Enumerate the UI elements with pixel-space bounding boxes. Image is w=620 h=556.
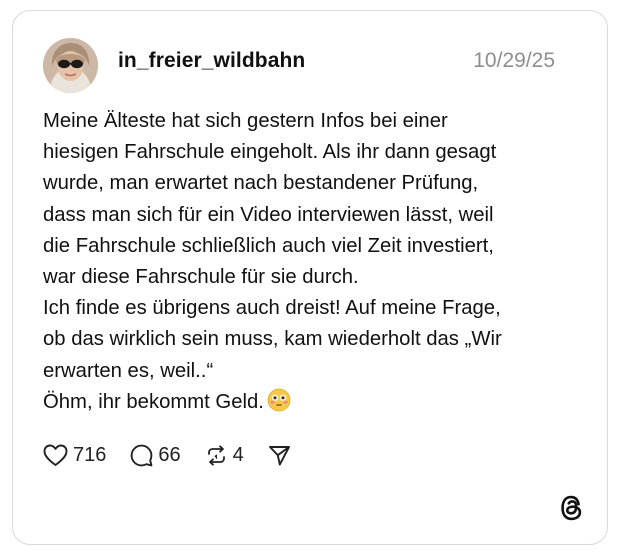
- repost-button[interactable]: 4: [205, 444, 244, 467]
- threads-logo-icon[interactable]: [559, 493, 585, 523]
- reply-button[interactable]: 66: [130, 443, 181, 467]
- repost-icon: [205, 444, 228, 467]
- post-text-line: war diese Fahrschule für sie durch.: [43, 266, 359, 289]
- share-button[interactable]: [268, 444, 291, 467]
- post-text-line: hiesigen Fahrschule eingeholt. Als ihr d…: [43, 141, 497, 164]
- post-text-line: erwarten es, weil..“: [43, 359, 214, 382]
- flushed-face-emoji: [267, 388, 291, 412]
- heart-icon: [43, 444, 68, 467]
- reply-count: 66: [158, 443, 181, 466]
- post-text-line: Ich finde es übrigens auch dreist! Auf m…: [43, 297, 501, 320]
- post-text-line: wurde, man erwartet nach bestandener Prü…: [43, 172, 479, 195]
- send-icon: [268, 444, 291, 467]
- username[interactable]: in_freier_wildbahn: [118, 49, 305, 73]
- post-text-line: ob das wirklich sein muss, kam wiederhol…: [43, 328, 502, 351]
- repost-count: 4: [232, 443, 244, 466]
- post-date: 10/29/25: [473, 49, 555, 72]
- post-text: Meine Älteste hat sich gestern Infos bei…: [43, 106, 583, 418]
- post-text-line: die Fahrschule schließlich auch viel Zei…: [43, 234, 494, 257]
- post-text-line: dass man sich für ein Video interviewen …: [43, 203, 494, 226]
- post-text-fragment: Öhm, ihr bekommt Geld.: [43, 390, 264, 413]
- like-button[interactable]: 716: [43, 444, 106, 467]
- like-count: 716: [73, 443, 107, 466]
- post-actions: 716 66 4: [43, 441, 315, 469]
- post-text-line-last: Öhm, ihr bekommt Geld.: [43, 387, 583, 418]
- avatar[interactable]: [43, 38, 98, 93]
- post-card: in_freier_wildbahn 10/29/25 Meine Ältest…: [12, 10, 608, 545]
- comment-bubble-icon: [130, 444, 153, 467]
- post-text-line: Meine Älteste hat sich gestern Infos bei…: [43, 110, 448, 132]
